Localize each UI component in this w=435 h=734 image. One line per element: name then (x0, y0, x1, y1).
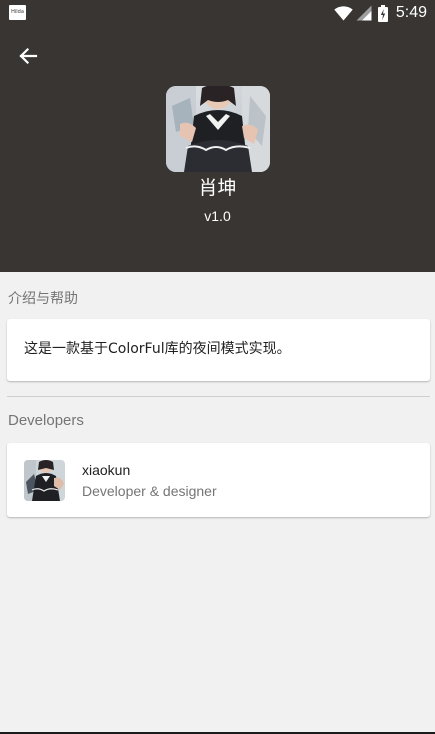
battery-charging-icon (377, 4, 388, 22)
status-clock: 5:49 (395, 4, 427, 21)
arrow-left-icon (19, 47, 38, 65)
notification-thumbnail-icon: Hilda (9, 5, 26, 20)
developer-role: Developer & designer (82, 483, 217, 499)
app-header: Hilda 5:49 肖坤 v1.0 (0, 0, 435, 272)
developer-name: xiaokun (82, 462, 131, 478)
intro-card: 这是一款基于ColorFul库的夜间模式实现。 (7, 319, 430, 381)
app-version: v1.0 (204, 208, 231, 224)
wifi-icon (334, 6, 353, 21)
intro-section-title: 介绍与帮助 (8, 291, 78, 307)
back-button[interactable] (14, 42, 42, 70)
section-divider (7, 396, 430, 397)
developer-card[interactable]: xiaokun Developer & designer (7, 443, 430, 517)
status-bar: Hilda 5:49 (0, 0, 435, 26)
app-name: 肖坤 (198, 177, 237, 199)
status-icons: 5:49 (334, 3, 427, 23)
intro-text: 这是一款基于ColorFul库的夜间模式实现。 (24, 341, 291, 357)
developers-section-title: Developers (8, 412, 84, 429)
app-photo-icon (166, 86, 270, 172)
developer-avatar (24, 460, 65, 501)
signal-icon (356, 5, 372, 21)
